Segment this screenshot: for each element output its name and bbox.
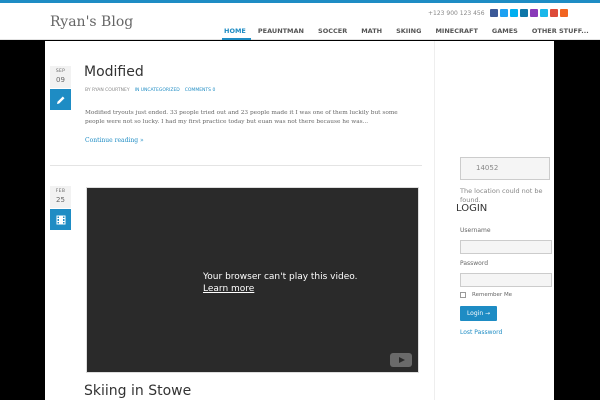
site-title[interactable]: Ryan's Blog bbox=[50, 14, 133, 30]
nav-item-soccer[interactable]: SOCCER bbox=[311, 26, 354, 40]
post-meta: BY RYAN COURTNEY IN UNCATEGORIZED COMMEN… bbox=[85, 88, 215, 93]
skype-icon[interactable] bbox=[510, 9, 518, 17]
learn-more-link[interactable]: Learn more bbox=[203, 283, 357, 295]
film-icon[interactable] bbox=[50, 209, 71, 230]
nav-item-other-stuff[interactable]: OTHER STUFF... bbox=[525, 26, 596, 40]
post-date: FEB 25 bbox=[50, 186, 71, 208]
googleplus-icon[interactable] bbox=[550, 9, 558, 17]
pencil-icon[interactable] bbox=[50, 89, 71, 110]
username-input[interactable] bbox=[460, 240, 552, 254]
facebook-icon[interactable] bbox=[490, 9, 498, 17]
youtube-icon[interactable] bbox=[390, 353, 412, 367]
main-content: SEP 09 Modified BY RYAN COURTNEY IN UNCA… bbox=[45, 41, 434, 400]
vimeo-icon[interactable] bbox=[540, 9, 548, 17]
remember-me-checkbox[interactable] bbox=[460, 292, 466, 298]
post-comments[interactable]: COMMENTS 0 bbox=[185, 88, 216, 93]
post-date-day: 25 bbox=[56, 196, 65, 204]
username-label: Username bbox=[460, 227, 491, 234]
post-divider bbox=[50, 165, 422, 166]
video-error-text: Your browser can't play this video. bbox=[203, 272, 358, 282]
post-date: SEP 09 bbox=[50, 66, 71, 88]
phone-number: +123 900 123 456 bbox=[428, 10, 485, 17]
weather-location-input[interactable]: 14052 bbox=[460, 157, 550, 180]
password-input[interactable] bbox=[460, 273, 552, 287]
post-date-month: SEP bbox=[55, 69, 66, 74]
nav-item-math[interactable]: MATH bbox=[354, 26, 389, 40]
login-heading: LOGIN bbox=[456, 203, 488, 214]
main-nav: HOME PEAUNTMAN SOCCER MATH SKIING MINECR… bbox=[222, 26, 596, 40]
post-category[interactable]: IN UNCATEGORIZED bbox=[135, 88, 180, 93]
nav-item-skiing[interactable]: SKIING bbox=[389, 26, 428, 40]
lost-password-link[interactable]: Lost Password bbox=[460, 329, 502, 336]
remember-me-label: Remember Me bbox=[472, 292, 513, 298]
rss-icon[interactable] bbox=[560, 9, 568, 17]
video-message: Your browser can't play this video. Lear… bbox=[203, 271, 357, 295]
weather-location-value: 14052 bbox=[476, 164, 499, 172]
twitter-icon[interactable] bbox=[500, 9, 508, 17]
login-button[interactable]: Login → bbox=[460, 306, 497, 321]
post-excerpt: Modified tryouts just ended. 33 people t… bbox=[85, 110, 398, 125]
linkedin-icon[interactable] bbox=[520, 9, 528, 17]
site-header: Ryan's Blog +123 900 123 456 HOME PEAUNT… bbox=[0, 3, 600, 40]
post-date-day: 09 bbox=[56, 76, 65, 84]
password-label: Password bbox=[460, 260, 489, 267]
post-date-month: FEB bbox=[55, 189, 66, 194]
sidebar bbox=[434, 41, 554, 400]
post-title[interactable]: Modified bbox=[84, 64, 144, 80]
post-author[interactable]: BY RYAN COURTNEY bbox=[85, 88, 130, 93]
nav-item-games[interactable]: GAMES bbox=[485, 26, 525, 40]
continue-reading-link[interactable]: Continue reading » bbox=[85, 137, 144, 144]
nav-item-peauntman[interactable]: PEAUNTMAN bbox=[251, 26, 311, 40]
nav-item-minecraft[interactable]: MINECRAFT bbox=[428, 26, 484, 40]
instagram-icon[interactable] bbox=[530, 9, 538, 17]
post-title[interactable]: Skiing in Stowe bbox=[84, 383, 191, 399]
social-icons bbox=[490, 9, 568, 17]
nav-item-home[interactable]: HOME bbox=[222, 26, 251, 40]
video-player[interactable]: Your browser can't play this video. Lear… bbox=[86, 187, 419, 373]
